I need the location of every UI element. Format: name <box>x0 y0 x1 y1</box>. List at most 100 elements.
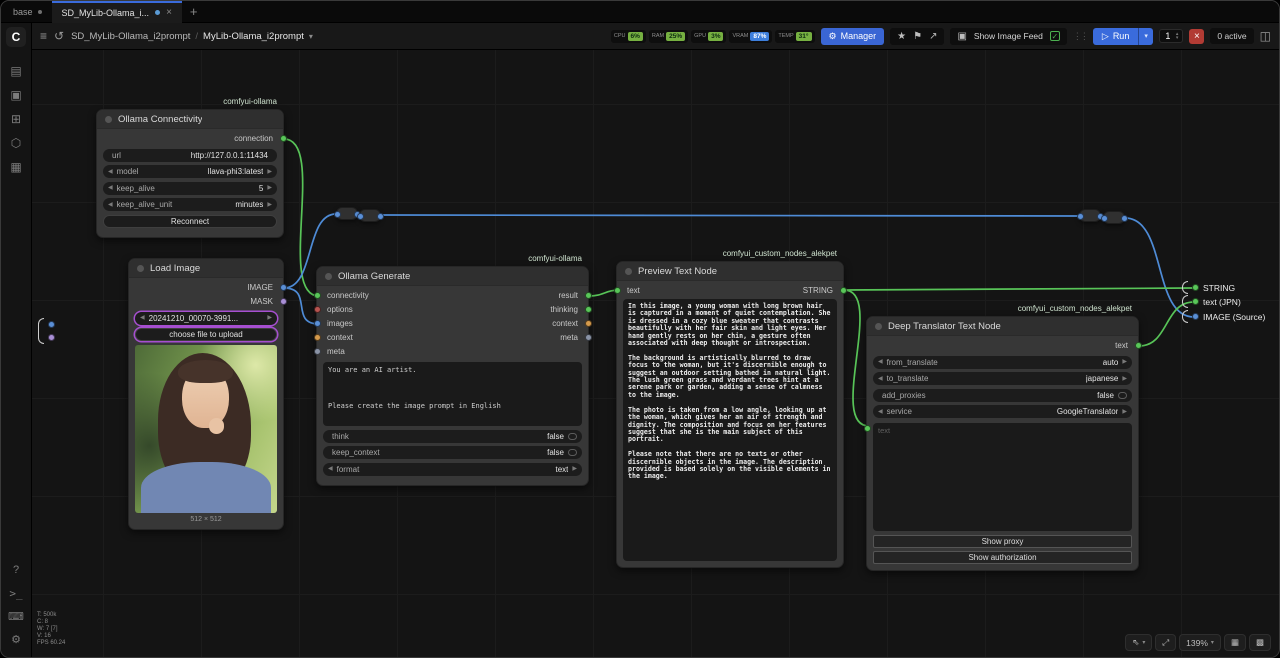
manager-button[interactable]: ⚙ Manager <box>821 28 885 45</box>
combo-right-icon[interactable]: ▶ <box>267 169 272 175</box>
show-authorization-button[interactable]: Show authorization <box>873 551 1132 564</box>
collapse-dot[interactable] <box>105 116 112 123</box>
reroute-in-slot[interactable] <box>1077 213 1084 220</box>
prompt-textarea[interactable]: You are an AI artist. Please create the … <box>323 362 582 426</box>
node-deep-translator[interactable]: comfyui_custom_nodes_alekpet Deep Transl… <box>866 316 1139 571</box>
connectivity-input-slot[interactable] <box>314 292 321 299</box>
from-translate-widget[interactable]: ◀ from_translate auto ▶ <box>873 356 1132 369</box>
model-library-icon[interactable]: ▦ <box>5 156 27 178</box>
batch-decrement-icon[interactable]: ▾ <box>1176 36 1179 40</box>
fit-view-button[interactable]: ⤢ <box>1155 634 1176 651</box>
workflows-icon[interactable]: ▤ <box>5 60 27 82</box>
text-jpn-input-slot[interactable] <box>1192 298 1199 305</box>
node-title-bar[interactable]: Deep Translator Text Node <box>867 317 1138 336</box>
main-menu-icon[interactable]: ≡ <box>40 29 47 43</box>
terminal-icon[interactable]: >_ <box>5 582 27 604</box>
image-feed-checkbox[interactable]: ✓ <box>1050 31 1060 41</box>
combo-right-icon[interactable]: ▶ <box>267 185 272 191</box>
workspace-chip[interactable]: base <box>9 7 52 17</box>
service-widget[interactable]: ◀ service GoogleTranslator ▶ <box>873 405 1132 418</box>
reconnect-button[interactable]: Reconnect <box>103 215 277 228</box>
collapse-dot[interactable] <box>325 273 332 280</box>
combo-right-icon[interactable]: ▶ <box>1122 359 1127 365</box>
reroute-node[interactable] <box>1079 209 1101 222</box>
select-mode-button[interactable]: ⇖ ▾ <box>1125 634 1152 651</box>
collapsed-node-string[interactable]: STRING <box>1182 281 1235 294</box>
queue-icon[interactable]: ⊞ <box>5 108 27 130</box>
image-combo-widget[interactable]: ◀ 20241210_00070-3991... ▶ <box>135 312 277 325</box>
reroute-out-slot[interactable] <box>377 213 384 220</box>
collapsed-node-image-source[interactable]: IMAGE (Source) <box>1182 310 1265 323</box>
combo-left-icon[interactable]: ◀ <box>108 202 113 208</box>
breadcrumb-current[interactable]: MyLib-Ollama_i2prompt <box>203 31 304 42</box>
clear-queue-button[interactable]: × <box>1189 29 1204 44</box>
think-toggle-widget[interactable]: think false <box>323 430 582 443</box>
keep-alive-unit-widget[interactable]: ◀ keep_alive_unit minutes ▶ <box>103 198 277 211</box>
zoom-level-button[interactable]: 139% ▾ <box>1179 634 1221 651</box>
combo-right-icon[interactable]: ▶ <box>572 466 577 472</box>
reroute-in-slot[interactable] <box>334 211 341 218</box>
thinking-output-slot[interactable] <box>585 306 592 313</box>
image-source-input-slot[interactable] <box>1192 313 1199 320</box>
node-preview-text[interactable]: comfyui_custom_nodes_alekpet Preview Tex… <box>616 261 844 568</box>
node-load-image[interactable]: Load Image IMAGE MASK ◀ 202 <box>128 258 284 530</box>
upload-button[interactable]: choose file to upload <box>135 328 277 341</box>
node-title-bar[interactable]: Ollama Generate <box>317 267 588 286</box>
run-options-caret[interactable]: ▾ <box>1138 28 1153 45</box>
keep-context-toggle-widget[interactable]: keep_context false <box>323 446 582 459</box>
preview-textarea[interactable]: In this image, a young woman with long b… <box>623 299 837 561</box>
minimap-button[interactable]: ▩ <box>1249 634 1271 651</box>
help-icon[interactable]: ? <box>5 559 27 581</box>
mask-output-slot[interactable] <box>280 298 287 305</box>
node-title-bar[interactable]: Ollama Connectivity <box>97 110 283 129</box>
node-title-bar[interactable]: Load Image <box>129 259 283 278</box>
toolbar-drag-handle[interactable]: ⋮⋮ <box>1073 31 1087 42</box>
image-feed-toggle[interactable]: ▣ Show Image Feed ✓ <box>950 28 1066 45</box>
toggle-grid-button[interactable]: ▦ <box>1224 634 1246 651</box>
node-library-icon[interactable]: ⬡ <box>5 132 27 154</box>
add-proxies-toggle-widget[interactable]: add_proxies false <box>873 389 1132 402</box>
translator-textarea[interactable] <box>873 423 1132 531</box>
flag-icon[interactable]: ⚑ <box>913 31 922 42</box>
new-tab-button[interactable]: + <box>190 4 198 19</box>
batch-count-stepper[interactable]: 1 ▴ ▾ <box>1159 29 1184 43</box>
combo-left-icon[interactable]: ◀ <box>140 315 145 321</box>
options-input-slot[interactable] <box>314 306 321 313</box>
mask-slot[interactable] <box>48 334 55 341</box>
combo-left-icon[interactable]: ◀ <box>108 185 113 191</box>
connection-output-slot[interactable] <box>280 135 287 142</box>
meta-output-slot[interactable] <box>585 334 592 341</box>
show-proxy-button[interactable]: Show proxy <box>873 535 1132 548</box>
context-output-slot[interactable] <box>585 320 592 327</box>
meta-input-slot[interactable] <box>314 348 321 355</box>
format-widget[interactable]: ◀ format text ▶ <box>323 463 582 476</box>
node-ollama-generate[interactable]: comfyui-ollama Ollama Generate connectiv… <box>316 266 589 486</box>
reroute-out-slot[interactable] <box>1121 215 1128 222</box>
undo-icon[interactable]: ↺ <box>54 29 64 43</box>
workflow-tab[interactable]: SD_MyLib-Ollama_i... × <box>52 1 182 23</box>
reroute-in-slot[interactable] <box>357 213 364 220</box>
run-button[interactable]: ▷ Run <box>1093 28 1138 45</box>
string-output-slot[interactable] <box>840 287 847 294</box>
context-input-slot[interactable] <box>314 334 321 341</box>
url-widget[interactable]: url http://127.0.0.1:11434 <box>103 149 277 162</box>
collapse-dot[interactable] <box>137 265 144 272</box>
collapsed-node-text-jpn[interactable]: text (JPN) <box>1182 295 1241 308</box>
breadcrumb-caret-icon[interactable]: ▾ <box>309 32 313 41</box>
combo-right-icon[interactable]: ▶ <box>1122 376 1127 382</box>
combo-right-icon[interactable]: ▶ <box>1122 409 1127 415</box>
star-icon[interactable]: ★ <box>897 31 906 42</box>
model-widget[interactable]: ◀ model llava-phi3:latest ▶ <box>103 165 277 178</box>
collapse-dot[interactable] <box>625 268 632 275</box>
shortcuts-icon[interactable]: ⌨ <box>5 605 27 627</box>
comfyui-logo[interactable]: C <box>6 27 26 47</box>
keep-alive-widget[interactable]: ◀ keep_alive 5 ▶ <box>103 182 277 195</box>
collapsed-node-left-partial[interactable] <box>38 316 55 346</box>
breadcrumb-root[interactable]: SD_MyLib-Ollama_i2prompt <box>71 31 190 42</box>
combo-left-icon[interactable]: ◀ <box>878 376 883 382</box>
share-icon[interactable]: ↗ <box>929 31 937 42</box>
images-input-slot[interactable] <box>314 320 321 327</box>
graph-canvas[interactable]: comfyui-ollama Ollama Connectivity conne… <box>32 50 1279 657</box>
reroute-in-slot[interactable] <box>1101 215 1108 222</box>
combo-left-icon[interactable]: ◀ <box>878 359 883 365</box>
